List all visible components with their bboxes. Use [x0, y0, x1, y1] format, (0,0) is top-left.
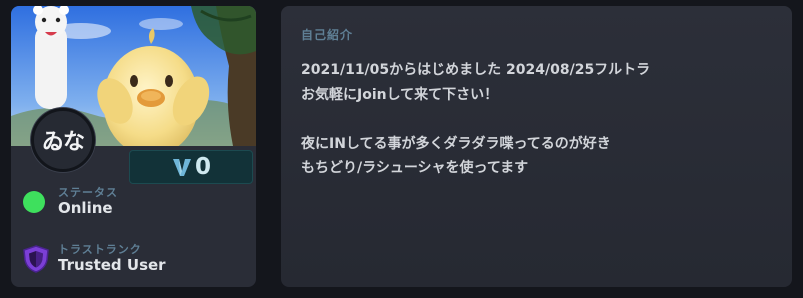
display-name: ゐな	[41, 130, 85, 155]
bio-text: 2021/11/05からはじめました 2024/08/25フルトラ お気軽にJo…	[301, 58, 771, 181]
trust-rank-row: トラストランク Trusted User	[23, 243, 166, 275]
trust-rank-label: トラストランク	[58, 243, 142, 256]
status-row: ステータス Online	[23, 186, 118, 218]
status-label: ステータス	[58, 186, 118, 199]
bio-line: もちどり/ラシューシャを使ってます	[301, 160, 529, 176]
status-online-dot-icon	[23, 191, 45, 213]
trust-rank-value: Trusted User	[58, 256, 166, 274]
avatar[interactable]: ゐな	[31, 108, 95, 172]
status-value: Online	[58, 199, 113, 217]
profile-card: ゐな 0 ステータス Online トラストランク Trusted User	[11, 6, 256, 287]
vcoin-badge: 0	[129, 150, 253, 184]
bio-line: お気軽にJoinして来て下さい！	[301, 86, 499, 103]
bio-line: 2021/11/05からはじめました 2024/08/25フルトラ	[301, 62, 651, 78]
bio-line: 夜にINしてる事が多くダラダラ喋ってるのが好き	[301, 135, 611, 152]
vcoin-count: 0	[194, 154, 211, 180]
shield-icon	[23, 245, 49, 273]
bio-panel: 自己紹介 2021/11/05からはじめました 2024/08/25フルトラ お…	[281, 6, 792, 287]
bio-title: 自己紹介	[301, 28, 354, 42]
v-logo-icon	[172, 159, 191, 176]
bio-line	[301, 107, 771, 132]
